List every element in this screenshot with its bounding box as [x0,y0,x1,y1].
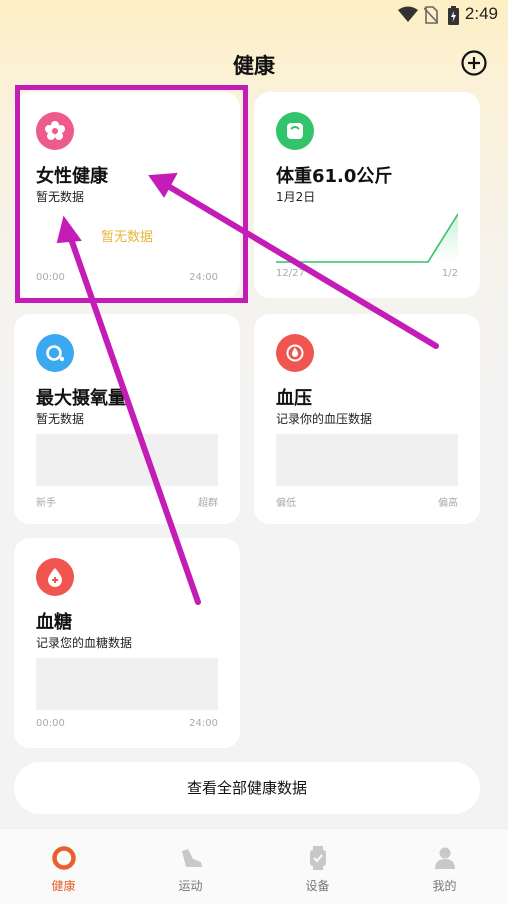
card-title: 血糖 [36,612,72,633]
status-bar: 2:49 [0,0,508,30]
card-title: 女性健康 [36,166,108,187]
blood-pressure-icon [276,334,314,372]
nav-me[interactable]: 我的 [381,829,508,904]
plus-circle-icon[interactable] [460,49,488,77]
oxygen-icon [36,334,74,372]
axis-end-label: 偏高 [438,498,458,509]
nav-health[interactable]: 健康 [0,829,127,904]
card-subtitle: 1月2日 [276,190,316,204]
chart-placeholder [36,658,218,710]
axis-end-label: 24:00 [189,718,218,729]
bottom-nav: 健康 运动 设备 我的 [0,828,508,904]
axis-start-label: 00:00 [36,718,65,729]
no-sim-icon [424,6,438,24]
weight-trend-chart [276,213,458,263]
page-title: 健康 [233,54,275,78]
nav-label: 设备 [305,879,330,893]
card-title: 最大摄氧量 [36,388,126,409]
shoe-icon [181,849,202,867]
axis-end-label: 超群 [198,498,218,509]
person-icon [434,847,455,869]
nav-sport[interactable]: 运动 [127,829,254,904]
nav-label: 健康 [51,879,76,893]
card-subtitle: 记录你的血压数据 [276,412,373,426]
wifi-icon [398,6,418,22]
axis-start-label: 00:00 [36,272,65,283]
chart-placeholder [276,434,458,486]
axis-start-label: 新手 [36,498,56,509]
card-title: 体重61.0公斤 [276,166,393,187]
card-subtitle: 暂无数据 [36,412,85,426]
nav-label: 我的 [432,879,457,893]
axis-start-label: 12/27 [276,268,305,279]
health-ring-icon [51,846,76,870]
axis-end-label: 1/2 [441,268,458,279]
card-subtitle: 记录您的血糖数据 [36,636,133,650]
axis-end-label: 24:00 [189,272,218,283]
blood-glucose-card[interactable]: 血糖 记录您的血糖数据 00:00 24:00 [14,538,240,748]
scale-icon [276,112,314,150]
female-health-card[interactable]: 女性健康 暂无数据 暂无数据 00:00 24:00 [14,92,240,298]
watch-icon [309,846,326,870]
clock: 2:49 [464,4,498,23]
nav-device[interactable]: 设备 [254,829,381,904]
view-all-health-data-button[interactable]: 查看全部健康数据 [14,762,480,814]
card-subtitle: 暂无数据 [36,190,85,204]
weight-card[interactable]: 体重61.0公斤 1月2日 12/27 1/2 [254,92,480,298]
no-data-text: 暂无数据 [100,230,153,245]
blood-pressure-card[interactable]: 血压 记录你的血压数据 偏低 偏高 [254,314,480,524]
axis-start-label: 偏低 [276,498,296,509]
card-title: 血压 [276,388,312,409]
blood-drop-plus-icon [36,558,74,596]
app-header: 健康 [0,44,508,84]
chart-placeholder [36,434,218,486]
nav-label: 运动 [178,879,203,893]
flower-icon [36,112,74,150]
battery-charging-icon [448,6,459,25]
vo2max-card[interactable]: 最大摄氧量 暂无数据 新手 超群 [14,314,240,524]
